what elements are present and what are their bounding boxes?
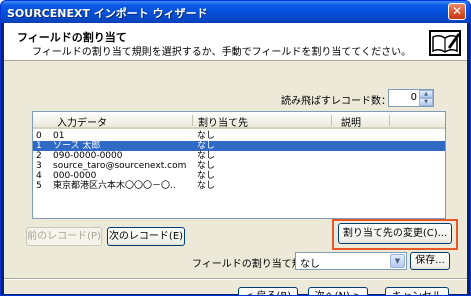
table-row-selected[interactable]: 1 ソース 太郎 なし <box>33 141 445 151</box>
page-description: フィールドの割り当て規則を選択するか、手動でフィールドを割り当ててください。 <box>32 47 412 58</box>
cancel-button[interactable]: キャンセル <box>385 287 449 295</box>
chevron-down-icon[interactable]: ▼ <box>390 254 405 268</box>
column-header-input[interactable]: 入力データ <box>57 114 107 129</box>
wizard-window: SOURCENEXT インポート ウィザード ✕ フィールドの割り当て フィール… <box>0 0 471 296</box>
table-row[interactable]: 0 01 なし <box>33 131 445 141</box>
column-header-description[interactable]: 説明 <box>341 114 361 129</box>
book-pen-icon <box>429 30 461 56</box>
skip-records-label: 読み飛ばすレコード数： <box>281 96 391 107</box>
window-title: SOURCENEXT インポート ウィザード <box>7 7 208 20</box>
table-row[interactable]: 2 090-0000-0000 なし <box>33 151 445 161</box>
prev-record-button[interactable]: 前のレコード(P) <box>26 227 102 246</box>
table-row[interactable]: 3 source_taro@sourcenext.com なし <box>33 161 445 171</box>
table-row[interactable]: 4 000-0000 なし <box>33 171 445 181</box>
column-header-target[interactable]: 割り当て先 <box>198 114 248 129</box>
spin-down-icon[interactable]: ▼ <box>419 98 433 106</box>
save-button[interactable]: 保存... <box>410 252 450 270</box>
list-header: 入力データ 割り当て先 説明 <box>33 112 445 129</box>
table-row[interactable]: 5 東京都港区六本木〇〇〇－〇.. なし <box>33 181 445 191</box>
next-record-button[interactable]: 次のレコード(E) <box>107 227 185 246</box>
close-button[interactable]: ✕ <box>448 3 466 20</box>
rule-label: フィールドの割り当て規 <box>192 259 302 270</box>
footer-divider <box>4 278 467 280</box>
field-list[interactable]: 入力データ 割り当て先 説明 0 01 なし 1 ソース 太郎 なし 2 090… <box>32 111 446 219</box>
skip-records-spinner[interactable]: 0 ▲ ▼ <box>388 89 434 107</box>
change-target-button[interactable]: 割り当て先の変更(C)... <box>338 223 452 244</box>
wizard-header: フィールドの割り当て フィールドの割り当て規則を選択するか、手動でフィールドを割… <box>4 23 467 61</box>
rule-dropdown[interactable]: なし ▼ <box>295 252 407 270</box>
close-icon: ✕ <box>451 4 463 18</box>
next-button[interactable]: 次へ(N) > <box>308 287 368 295</box>
title-bar[interactable]: SOURCENEXT インポート ウィザード ✕ <box>1 1 470 23</box>
rule-dropdown-value: なし <box>300 259 320 270</box>
skip-records-value[interactable]: 0 <box>393 92 417 103</box>
back-button[interactable]: < 戻る(B) <box>238 287 298 295</box>
wizard-body: フィールドの割り当て フィールドの割り当て規則を選択するか、手動でフィールドを割… <box>4 23 467 295</box>
spin-up-icon[interactable]: ▲ <box>419 90 433 98</box>
